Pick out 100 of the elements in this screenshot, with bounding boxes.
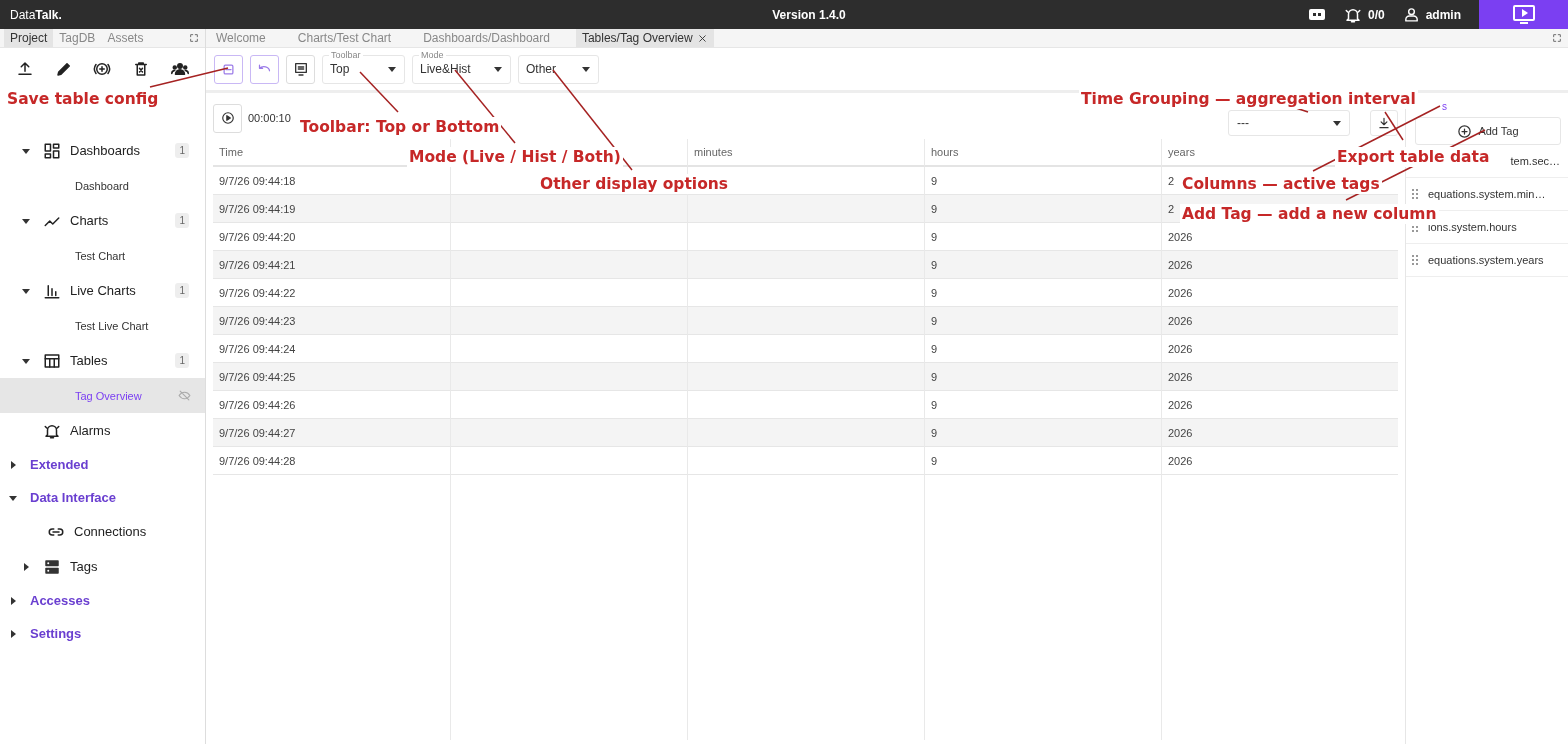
callout-label: Columns — active tags (1180, 174, 1382, 194)
expand-icon (1552, 33, 1562, 43)
tag-name: equations.system.years (1428, 254, 1544, 266)
sidebar-tab[interactable]: Project (4, 29, 54, 47)
callout-label: Toolbar: Top or Bottom (298, 117, 502, 137)
count-badge: 1 (175, 283, 189, 298)
editor-tab[interactable]: Tables/Tag Overview (575, 29, 714, 47)
drag-handle-icon[interactable] (1412, 255, 1418, 265)
save-icon (221, 61, 236, 77)
tree-item[interactable]: Alarms (70, 423, 111, 438)
caret-icon[interactable] (9, 629, 17, 638)
callout-label: Other display options (538, 174, 731, 194)
table-cell: 9 (924, 363, 1161, 391)
count-badge: 1 (175, 213, 189, 228)
field-label: Mode (419, 49, 446, 60)
count-badge: 1 (175, 143, 189, 158)
download-icon (1377, 116, 1391, 130)
count-badge: 1 (175, 353, 189, 368)
screen-play-icon (1512, 4, 1535, 25)
table-cell: 9/7/26 09:44:19 (213, 195, 450, 223)
chat-icon[interactable] (1307, 6, 1326, 23)
tree-leaf-item[interactable]: Dashboard (0, 168, 205, 203)
field-label: Toolbar (329, 49, 363, 60)
tree-item[interactable]: Tables (70, 353, 108, 368)
version-label: Version 1.4.0 (771, 7, 847, 22)
upload-icon (16, 60, 35, 78)
server-icon (43, 557, 61, 576)
caret-icon[interactable] (22, 216, 30, 225)
tree-item[interactable]: Connections (74, 524, 147, 539)
caret-icon (582, 66, 590, 72)
dropdown[interactable]: Other (518, 54, 599, 84)
tree-item[interactable]: Charts (70, 213, 109, 228)
callout-label: Mode (Live / Hist / Both) (407, 147, 623, 167)
table-cell: 9 (924, 195, 1161, 223)
group-icon (170, 60, 189, 78)
play-icon (220, 111, 235, 125)
tree-item[interactable]: Live Charts (70, 283, 136, 298)
close-icon (696, 32, 708, 44)
table-cell: 9/7/26 09:44:25 (213, 363, 450, 391)
table-cell: 2026 (1161, 419, 1398, 447)
expand-icon (189, 33, 199, 43)
user-name[interactable]: admin (1425, 7, 1461, 22)
table-cell: 9 (924, 307, 1161, 335)
tag-name: equations.system.min… (1428, 188, 1546, 200)
timer-value: 00:00:10 (248, 112, 291, 124)
export-button[interactable] (1370, 110, 1398, 136)
callout-label: Add Tag — add a new column (1180, 204, 1439, 224)
table-cell: 2026 (1161, 363, 1398, 391)
display-icon (292, 61, 309, 77)
tree-leaf-item[interactable]: Test Live Chart (0, 308, 205, 343)
tag-name: tem.sec… (1510, 155, 1560, 167)
table-cell: 9/7/26 09:44:21 (213, 251, 450, 279)
save-button[interactable] (214, 54, 243, 84)
column-header: minutes (687, 139, 924, 167)
section-header[interactable]: Settings (30, 626, 82, 641)
section-header[interactable]: Accesses (30, 593, 90, 608)
grouping-dropdown[interactable]: --- (1228, 110, 1350, 136)
caret-icon[interactable] (22, 356, 30, 365)
table-icon (43, 351, 61, 370)
screen-play-button[interactable] (1479, 0, 1568, 29)
eye-off-icon (178, 389, 191, 402)
table-cell: 9/7/26 09:44:23 (213, 307, 450, 335)
brand-logo: DataTalk. (9, 7, 63, 22)
table-cell: 9 (924, 251, 1161, 279)
table-cell: 9 (924, 447, 1161, 475)
add-circle-icon (93, 60, 112, 78)
section-header[interactable]: Data Interface (30, 490, 116, 505)
caret-icon[interactable] (9, 493, 17, 502)
tree-leaf-item[interactable]: Tag Overview (0, 378, 205, 413)
caret-icon (494, 66, 502, 72)
callout-label: Time Grouping — aggregation interval (1079, 89, 1418, 109)
table-cell: 2026 (1161, 447, 1398, 475)
dashboard-icon (43, 141, 61, 160)
caret-icon (1333, 120, 1341, 126)
table-cell: 9/7/26 09:44:28 (213, 447, 450, 475)
caret-icon[interactable] (22, 562, 30, 571)
drag-handle-icon[interactable] (1412, 189, 1418, 199)
alarm-count: 0/0 (1367, 7, 1385, 22)
user-icon (1402, 6, 1420, 23)
column-header: hours (924, 139, 1161, 167)
caret-icon[interactable] (22, 286, 30, 295)
callout-label: Export table data (1335, 147, 1492, 167)
table-cell: 9/7/26 09:44:27 (213, 419, 450, 447)
tree-leaf-item[interactable]: Test Chart (0, 238, 205, 273)
table-cell: 9 (924, 419, 1161, 447)
pencil-icon (54, 60, 73, 78)
tree-item[interactable]: Tags (70, 559, 98, 574)
tag-name: ions.system.hours (1428, 221, 1517, 233)
table-cell: 2026 (1161, 307, 1398, 335)
add-circle-icon (1457, 123, 1473, 139)
play-button[interactable] (213, 103, 242, 133)
callout-label: Save table config (5, 89, 161, 109)
caret-icon[interactable] (22, 146, 30, 155)
caret-icon (388, 66, 396, 72)
toolbar-toggle-button[interactable] (286, 54, 315, 84)
section-header[interactable]: Extended (30, 457, 89, 472)
caret-icon[interactable] (9, 596, 17, 605)
tree-item[interactable]: Dashboards (70, 143, 141, 158)
table-cell: 2026 (1161, 251, 1398, 279)
caret-icon[interactable] (9, 460, 17, 469)
